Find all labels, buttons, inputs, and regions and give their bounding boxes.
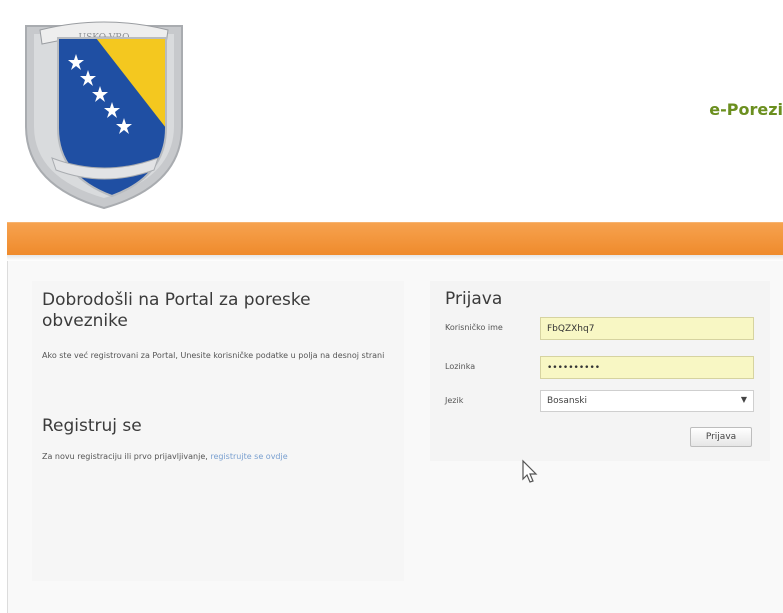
welcome-text: Ako ste već registrovani za Portal, Unes…: [42, 351, 385, 360]
register-link[interactable]: registrujte se ovdje: [210, 452, 287, 461]
username-input[interactable]: [540, 317, 754, 340]
username-label: Korisničko ime: [445, 323, 503, 332]
language-select[interactable]: Bosanski ▼: [540, 390, 754, 412]
welcome-title: Dobrodošli na Portal za poreske obveznik…: [42, 290, 311, 331]
bosnia-crest-icon: USKO-VRO: [25, 21, 183, 210]
password-input[interactable]: [540, 356, 754, 379]
login-button[interactable]: Prijava: [690, 427, 752, 447]
language-label: Jezik: [445, 396, 464, 405]
orange-nav-band: [7, 222, 783, 256]
language-select-value: Bosanski: [547, 396, 587, 406]
login-title: Prijava: [445, 289, 503, 309]
login-page: USKO-VRO e-Porezi Dobrodošli na Por: [0, 0, 783, 613]
register-title: Registruj se: [42, 416, 142, 436]
brand-title: e-Porezi: [709, 100, 783, 119]
content-area: Dobrodošli na Portal za poreske obveznik…: [7, 261, 783, 613]
header: USKO-VRO e-Porezi: [0, 0, 783, 222]
register-text: Za novu registraciju ili prvo prijavljiv…: [42, 452, 412, 461]
register-text-prefix: Za novu registraciju ili prvo prijavljiv…: [42, 452, 208, 461]
chevron-down-icon: ▼: [740, 395, 747, 404]
mouse-pointer-icon: [522, 459, 538, 483]
password-label: Lozinka: [445, 362, 476, 371]
